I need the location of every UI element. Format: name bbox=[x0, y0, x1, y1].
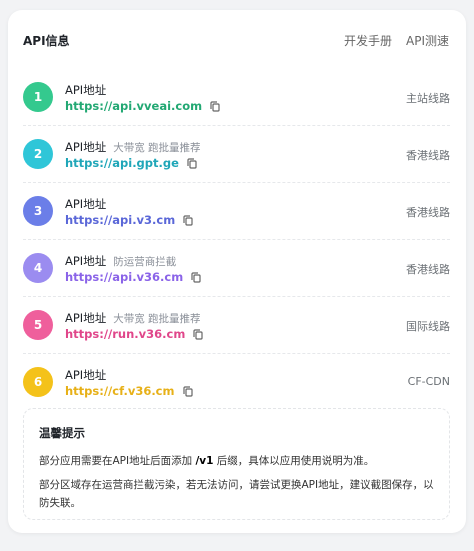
header-links: 开发手册 API测速 bbox=[344, 32, 449, 49]
route-label: API地址 大带宽 跑批量推荐 bbox=[65, 139, 201, 155]
route-label: API地址 bbox=[65, 82, 113, 98]
api-route-row: 2 API地址 大带宽 跑批量推荐 https://api.gpt.ge 香港线路 bbox=[23, 126, 450, 183]
api-info-card: API信息 开发手册 API测速 1 API地址 https://api.vve… bbox=[8, 10, 466, 533]
route-label-text: API地址 bbox=[65, 254, 107, 268]
copy-icon[interactable] bbox=[191, 272, 201, 286]
copy-icon[interactable] bbox=[187, 158, 197, 172]
route-number-badge: 4 bbox=[23, 253, 53, 283]
copy-icon[interactable] bbox=[210, 101, 220, 115]
route-type: 国际线路 bbox=[406, 320, 450, 333]
route-url-text[interactable]: https://api.v36.cm bbox=[65, 270, 183, 284]
tips-line-1-suffix: /v1 bbox=[195, 455, 214, 467]
api-speedtest-link[interactable]: API测速 bbox=[406, 32, 449, 49]
route-label: API地址 bbox=[65, 367, 113, 383]
card-header: API信息 开发手册 API测速 bbox=[8, 10, 466, 68]
api-route-row: 1 API地址 https://api.vveai.com 主站线路 bbox=[23, 69, 450, 126]
route-label-text: API地址 bbox=[65, 311, 107, 325]
route-url[interactable]: https://api.vveai.com bbox=[65, 99, 220, 115]
route-number-badge: 5 bbox=[23, 310, 53, 340]
route-number-badge: 3 bbox=[23, 196, 53, 226]
route-label-text: API地址 bbox=[65, 83, 107, 97]
route-label: API地址 防运营商拦截 bbox=[65, 253, 176, 269]
route-tag: 防运营商拦截 bbox=[113, 256, 177, 268]
copy-icon[interactable] bbox=[182, 386, 193, 400]
route-number-badge: 2 bbox=[23, 139, 53, 169]
route-label: API地址 bbox=[65, 196, 113, 212]
tips-line-2: 部分区域存在运营商拦截污染，若无法访问，请尝试更换API地址，建议截图保存，以防… bbox=[39, 479, 434, 509]
route-url-text[interactable]: https://run.v36.cm bbox=[65, 327, 185, 341]
route-type: CF-CDN bbox=[407, 375, 450, 388]
route-url-text[interactable]: https://api.vveai.com bbox=[65, 99, 202, 113]
card-title: API信息 bbox=[23, 34, 70, 48]
route-url[interactable]: https://api.gpt.ge bbox=[65, 156, 197, 172]
route-label-text: API地址 bbox=[65, 140, 107, 154]
api-route-row: 6 API地址 https://cf.v36.cm CF-CDN bbox=[23, 354, 450, 410]
route-type: 香港线路 bbox=[406, 206, 450, 219]
route-tag: 大带宽 跑批量推荐 bbox=[113, 142, 201, 154]
route-url-text[interactable]: https://api.gpt.ge bbox=[65, 156, 179, 170]
route-url-text[interactable]: https://cf.v36.cm bbox=[65, 384, 175, 398]
dev-manual-link[interactable]: 开发手册 bbox=[344, 32, 392, 49]
route-type: 香港线路 bbox=[406, 263, 450, 276]
route-tag: 大带宽 跑批量推荐 bbox=[113, 313, 201, 325]
route-url[interactable]: https://cf.v36.cm bbox=[65, 384, 193, 400]
route-url[interactable]: https://run.v36.cm bbox=[65, 327, 203, 343]
route-label: API地址 大带宽 跑批量推荐 bbox=[65, 310, 201, 326]
api-route-row: 3 API地址 https://api.v3.cm 香港线路 bbox=[23, 183, 450, 240]
route-url[interactable]: https://api.v3.cm bbox=[65, 213, 193, 229]
api-route-list: 1 API地址 https://api.vveai.com 主站线路 2 API… bbox=[23, 69, 450, 410]
route-type: 香港线路 bbox=[406, 149, 450, 162]
api-route-row: 4 API地址 防运营商拦截 https://api.v36.cm 香港线路 bbox=[23, 240, 450, 297]
tips-line-1: 部分应用需要在API地址后面添加 /v1 后缀，具体以应用使用说明为准。 bbox=[39, 452, 439, 470]
route-number-badge: 6 bbox=[23, 367, 53, 397]
route-url-text[interactable]: https://api.v3.cm bbox=[65, 213, 175, 227]
route-type: 主站线路 bbox=[406, 92, 450, 105]
route-url[interactable]: https://api.v36.cm bbox=[65, 270, 201, 286]
tips-line-1-pre: 部分应用需要在API地址后面添加 bbox=[39, 455, 196, 467]
route-label-text: API地址 bbox=[65, 368, 107, 382]
copy-icon[interactable] bbox=[193, 329, 203, 343]
route-number-badge: 1 bbox=[23, 82, 53, 112]
copy-icon[interactable] bbox=[183, 215, 193, 229]
tips-line-1-post: 后缀，具体以应用使用说明为准。 bbox=[213, 455, 375, 467]
tips-box: 温馨提示 部分应用需要在API地址后面添加 /v1 后缀，具体以应用使用说明为准… bbox=[23, 408, 450, 520]
route-label-text: API地址 bbox=[65, 197, 107, 211]
api-route-row: 5 API地址 大带宽 跑批量推荐 https://run.v36.cm 国际线路 bbox=[23, 297, 450, 354]
tips-title: 温馨提示 bbox=[39, 426, 85, 440]
